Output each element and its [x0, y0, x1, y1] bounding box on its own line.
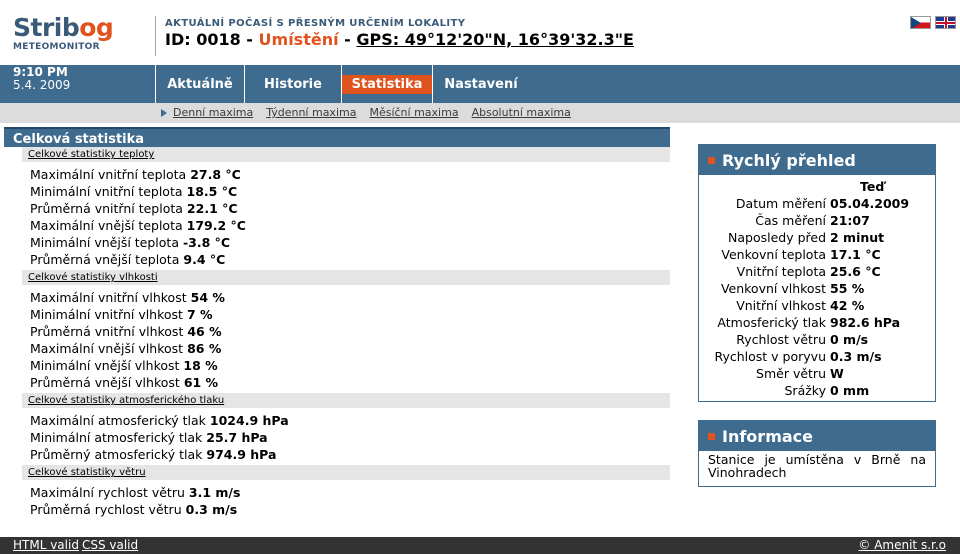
- header-divider: [155, 16, 156, 56]
- css-valid-link[interactable]: CSS valid: [82, 538, 138, 552]
- stat-row: Minimální vnitřní teplota 18.5 °C: [30, 184, 238, 199]
- section-pressure: Maximální atmosferický tlak 1024.9 hPa Mi…: [4, 408, 670, 465]
- quick-row: Vnitřní teplota 25.6 °C: [736, 264, 881, 279]
- statistics-title: Celková statistika: [4, 127, 670, 147]
- information-header: Informace: [699, 421, 935, 451]
- section-humidity: Maximální vnitřní vlhkost 54 % Minimální …: [4, 285, 670, 393]
- subnav-link-tydenni[interactable]: Týdenní maxima: [266, 106, 356, 119]
- main-nav: 9:10 PM 5.4. 2009 Aktuálně Historie Stat…: [0, 65, 960, 103]
- stat-row: Maximální vnitřní teplota 27.8 °C: [30, 167, 241, 182]
- arrow-right-icon: [161, 108, 167, 117]
- station-id-line: ID: 0018 - Umístění - GPS: 49°12'20"N, 1…: [165, 30, 634, 50]
- stat-row: Minimální atmosferický tlak 25.7 hPa: [30, 430, 268, 445]
- header: Stribog METEOMONITOR AKTUÁLNÍ POČASÍ S P…: [0, 0, 960, 65]
- tab-nastaveni[interactable]: Nastavení: [433, 65, 529, 103]
- quick-row: Rychlost větru 0 m/s: [736, 332, 869, 347]
- stat-row: Průměrná vnitřní vlhkost 46 %: [30, 324, 222, 339]
- quick-column-head-row: Teď: [699, 178, 935, 195]
- copyright-link[interactable]: © Amenit s.r.o: [858, 538, 946, 553]
- information-title: Informace: [722, 426, 813, 446]
- tab-statistika[interactable]: Statistika: [341, 65, 433, 103]
- stat-row: Maximální rychlost větru 3.1 m/s: [30, 485, 241, 500]
- gb-flag-icon[interactable]: [935, 16, 956, 29]
- quick-overview-header: Rychlý přehled: [699, 145, 935, 175]
- information-text: Stanice je umístěna v Brně na Vinohradec…: [708, 452, 926, 480]
- quick-row: Srážky 0 mm: [784, 383, 870, 398]
- square-bullet-icon: [708, 156, 715, 164]
- current-date: 5.4. 2009: [13, 78, 71, 92]
- stat-row: Maximální vnější teplota 179.2 °C: [30, 218, 246, 233]
- stat-row: Průměrná vnitřní teplota 22.1 °C: [30, 201, 238, 216]
- footer-validation-links: HTML valid CSS valid: [13, 538, 141, 553]
- cz-flag-icon[interactable]: [910, 16, 931, 29]
- stat-row: Průměrná vnější vlhkost 61 %: [30, 375, 219, 390]
- information-panel: Informace Stanice je umístěna v Brně na …: [698, 420, 936, 487]
- tagline: AKTUÁLNÍ POČASÍ S PŘESNÝM URČENÍM LOKALI…: [165, 18, 466, 29]
- stat-row: Průměrná vnější teplota 9.4 °C: [30, 252, 226, 267]
- section-heading-humidity[interactable]: Celkové statistiky vlhkosti: [22, 270, 670, 285]
- stat-row: Průměrný atmosferický tlak 974.9 hPa: [30, 447, 277, 462]
- quick-row: Směr větru W: [756, 366, 844, 381]
- subnav: Denní maxima Týdenní maxima Měsíční maxi…: [0, 103, 960, 123]
- datetime: 9:10 PM 5.4. 2009: [0, 65, 155, 103]
- subnav-link-absolutni[interactable]: Absolutní maxima: [472, 106, 571, 119]
- subnav-link-denni[interactable]: Denní maxima: [173, 106, 253, 119]
- quick-row: Čas měření 21:07: [755, 213, 870, 228]
- statistics-panel: Celková statistika Celkové statistiky te…: [4, 127, 670, 520]
- quick-row: Venkovní vlhkost 55 %: [720, 281, 865, 296]
- stat-row: Minimální vnější vlhkost 18 %: [30, 358, 218, 373]
- stat-row: Maximální vnější vlhkost 86 %: [30, 341, 222, 356]
- footer: HTML valid CSS valid © Amenit s.r.o: [0, 537, 960, 554]
- quick-row: Rychlost v poryvu 0.3 m/s: [714, 349, 882, 364]
- tab-historie[interactable]: Historie: [245, 65, 341, 103]
- html-valid-link[interactable]: HTML valid: [13, 538, 79, 552]
- stat-row: Minimální vnější teplota -3.8 °C: [30, 235, 231, 250]
- tab-aktualne[interactable]: Aktuálně: [156, 65, 244, 103]
- tabs: Aktuálně Historie Statistika Nastavení: [156, 65, 529, 103]
- quick-overview-panel: Rychlý přehled Teď Datum měření 05.04.200…: [698, 144, 936, 402]
- quick-row: Venkovní teplota 17.1 °C: [721, 247, 881, 262]
- quick-overview-title: Rychlý přehled: [722, 150, 856, 170]
- language-switcher: [910, 16, 956, 29]
- separator-dash: -: [344, 30, 351, 49]
- quick-row: Atmosferický tlak 982.6 hPa: [717, 315, 901, 330]
- section-heading-temperature[interactable]: Celkové statistiky teploty: [22, 147, 670, 162]
- section-temperature: Maximální vnitřní teplota 27.8 °C Minimál…: [4, 162, 670, 270]
- station-info: AKTUÁLNÍ POČASÍ S PŘESNÝM URČENÍM LOKALI…: [165, 18, 634, 50]
- logo-subtitle: METEOMONITOR: [13, 42, 100, 52]
- stat-row: Maximální atmosferický tlak 1024.9 hPa: [30, 413, 289, 428]
- section-wind: Maximální rychlost větru 3.1 m/s Průměrná…: [4, 480, 670, 520]
- quick-overview-table: Teď Datum měření 05.04.2009 Čas měření 21:…: [699, 178, 935, 399]
- subnav-link-mesicni[interactable]: Měsíční maxima: [369, 106, 458, 119]
- logo-text: Stribog: [13, 13, 114, 42]
- location-label: Umístění: [258, 30, 339, 49]
- stat-row: Maximální vnitřní vlhkost 54 %: [30, 290, 225, 305]
- stat-row: Minimální vnitřní vlhkost 7 %: [30, 307, 213, 322]
- stat-row: Průměrná rychlost větru 0.3 m/s: [30, 502, 238, 517]
- section-heading-pressure[interactable]: Celkové statistiky atmosferického tlaku: [22, 393, 670, 408]
- square-bullet-icon: [708, 432, 715, 440]
- gps-link[interactable]: GPS: 49°12'20"N, 16°39'32.3"E: [356, 30, 634, 49]
- subnav-links: Denní maxima Týdenní maxima Měsíční maxi…: [161, 106, 584, 119]
- logo[interactable]: Stribog METEOMONITOR: [13, 13, 114, 53]
- quick-row: Vnitřní vlhkost 42 %: [736, 298, 865, 313]
- quick-row: Naposledy před 2 minut: [728, 230, 885, 245]
- section-heading-wind[interactable]: Celkové statistiky větru: [22, 465, 670, 480]
- quick-row: Datum měření 05.04.2009: [735, 196, 910, 211]
- station-id: ID: 0018 -: [165, 30, 253, 49]
- quick-column-head: Teď: [860, 179, 885, 194]
